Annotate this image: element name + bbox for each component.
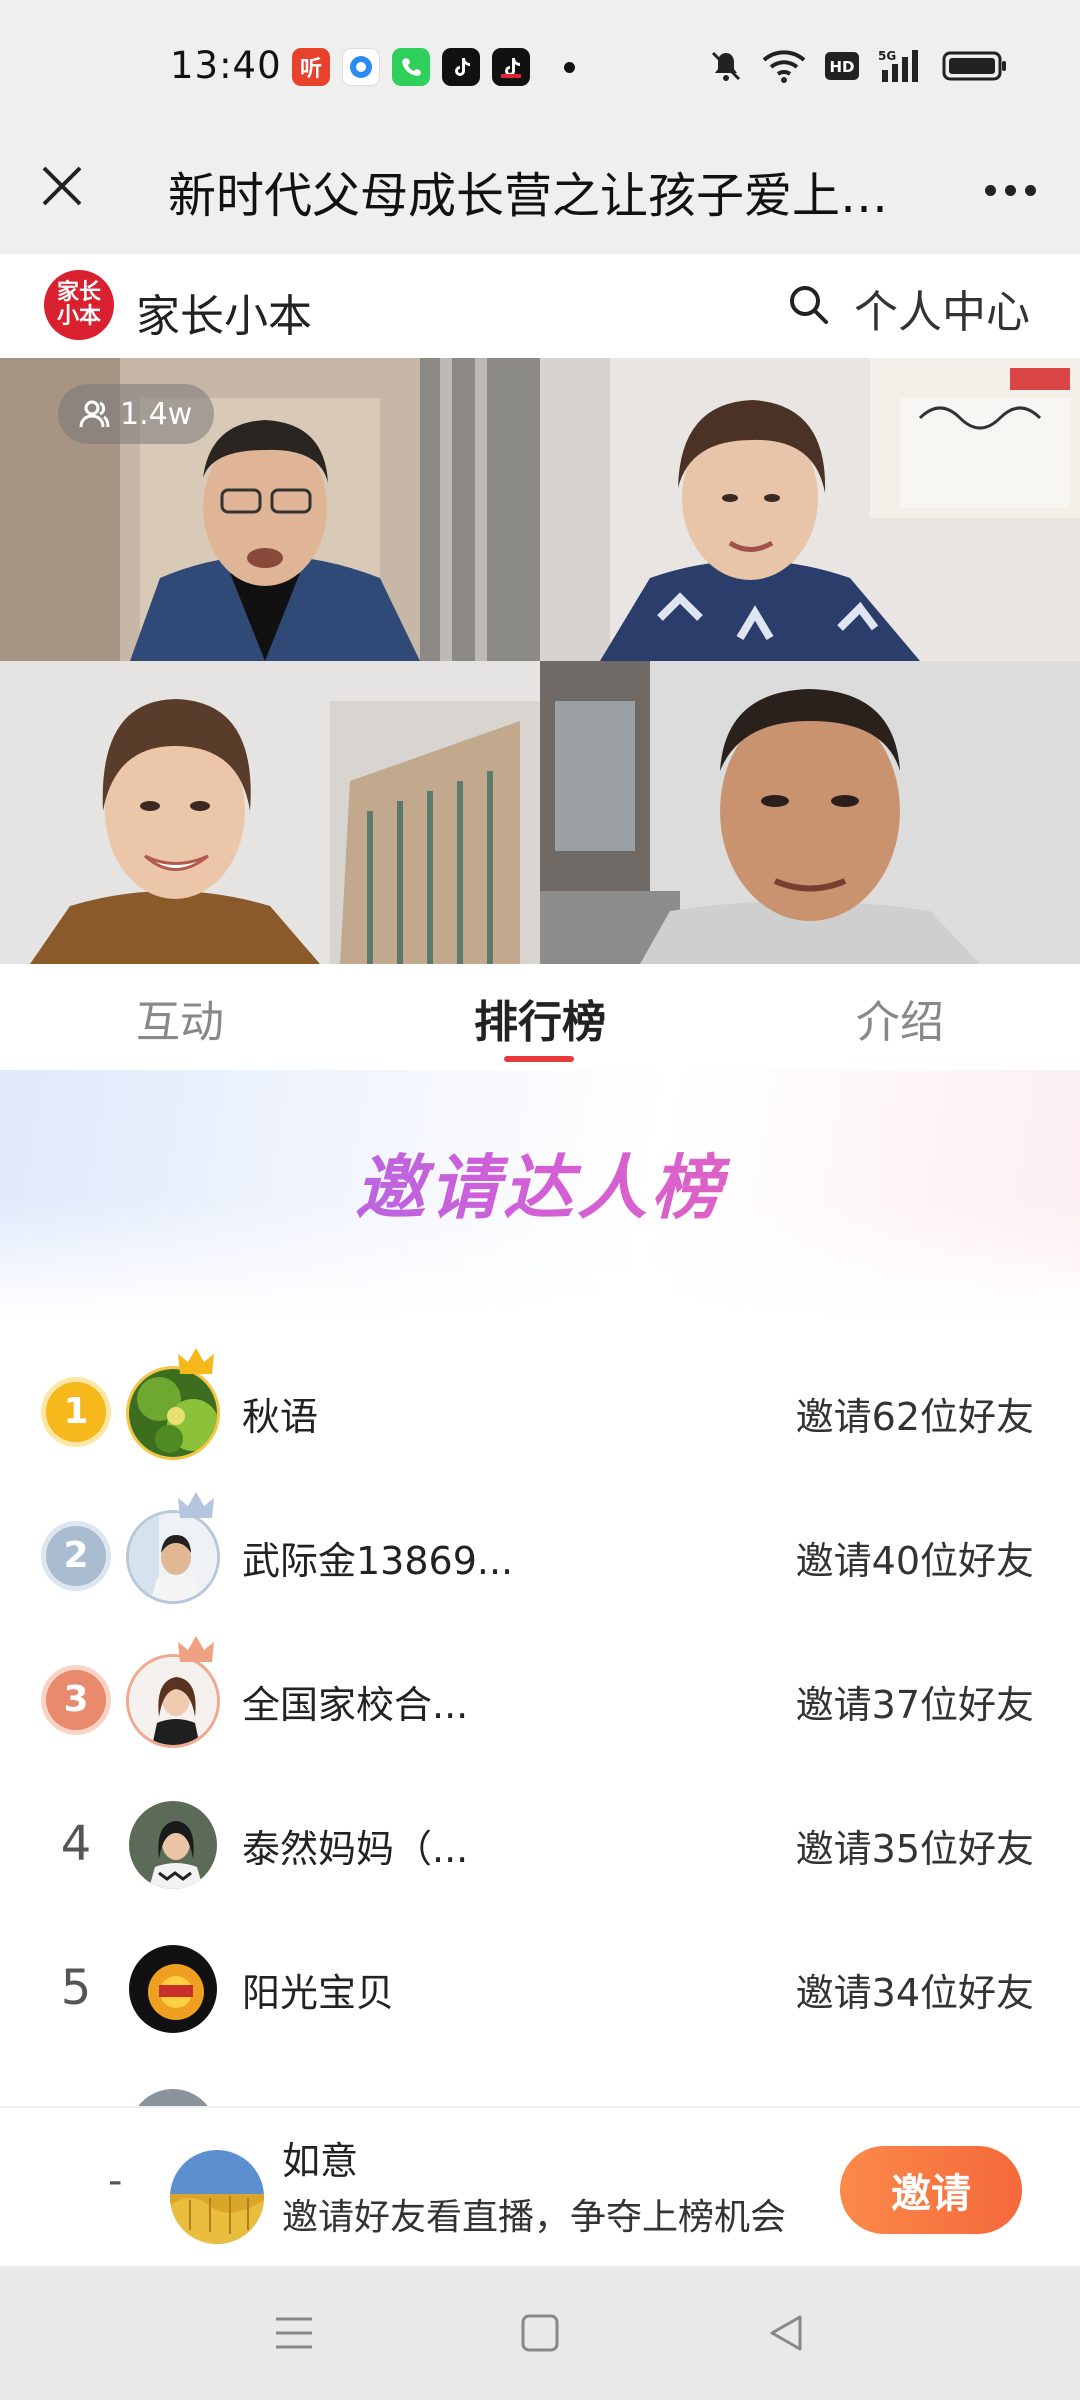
svg-text:5G: 5G: [878, 49, 896, 63]
invite-leaderboard: 邀请达人榜 1 秋语 邀请62位好友 2 武际金13869... 邀请40位好友…: [0, 1070, 1080, 2106]
my-name: 如意: [282, 2139, 359, 2183]
user-icon: [79, 400, 110, 428]
avatar: [126, 1798, 220, 1892]
more-options-button[interactable]: [970, 160, 1050, 220]
my-rank-bar: - 如意 邀请好友看直播，争夺上榜机会 邀请: [0, 2106, 1080, 2266]
more-dot-icon: [1004, 184, 1016, 196]
viewer-count-badge: 1.4w: [58, 384, 215, 444]
silver-crown-icon: [178, 1492, 214, 1518]
guest-3-video-image: [540, 661, 1080, 964]
rank-number: 5: [60, 1960, 92, 2016]
search-icon[interactable]: [784, 280, 834, 330]
more-dot-icon: [984, 184, 996, 196]
wifi-icon: [762, 50, 806, 83]
avatar: [126, 2086, 220, 2106]
my-avatar: [170, 2150, 264, 2244]
avatar: [126, 1510, 220, 1604]
rank-badge-silver: 2: [46, 1526, 106, 1586]
browser-icon: [342, 48, 380, 86]
tiktok-lite-icon: [492, 48, 530, 86]
back-triangle-icon: [770, 2315, 802, 2351]
my-rank-number: -: [108, 2158, 123, 2204]
tab-leaderboard[interactable]: 排行榜: [474, 986, 606, 1050]
leaderboard-row[interactable]: 3 全国家校合... 邀请37位好友: [0, 1630, 1080, 1774]
tab-bar: 互动 排行榜 介绍: [0, 964, 1080, 1070]
active-tab-indicator: [504, 1056, 574, 1062]
leaderboard-title: 邀请达人榜: [0, 1132, 1080, 1233]
rank-user-name: 秋语: [242, 1395, 319, 1439]
status-bar: 13:40 听 HD 5G: [0, 0, 1080, 130]
gold-crown-icon: [178, 1348, 214, 1374]
leaderboard-row[interactable]: 1 秋语 邀请62位好友: [0, 1342, 1080, 1486]
battery-icon: [942, 51, 1006, 81]
rank-invite-count: 邀请35位好友: [795, 1827, 1034, 1871]
leaderboard-row[interactable]: 5 阳光宝贝 邀请34位好友: [0, 1918, 1080, 2062]
rank-invite-count: 邀请40位好友: [795, 1539, 1034, 1583]
tiktok-icon: [442, 48, 480, 86]
tab-interaction[interactable]: 互动: [136, 986, 224, 1050]
video-tile-guest-2[interactable]: [0, 661, 540, 964]
bronze-crown-icon: [178, 1636, 214, 1662]
phone-icon: [392, 48, 430, 86]
square-icon: [521, 2314, 559, 2352]
hd-icon: HD: [825, 52, 859, 80]
mute-icon: [711, 51, 741, 81]
rank-user-name: 武际金13869...: [242, 1539, 514, 1583]
rank-number: 4: [60, 1816, 92, 1872]
title-bar: 新时代父母成长营之让孩子爱上学习: [0, 130, 1080, 254]
video-tile-guest-1[interactable]: [540, 358, 1080, 661]
home-button[interactable]: [510, 2303, 570, 2363]
ting-icon: 听: [292, 48, 330, 86]
viewer-count: 1.4w: [120, 396, 193, 432]
5g-signal-icon: 5G: [878, 49, 918, 82]
guest-1-video-image: [540, 358, 1080, 661]
close-icon: [42, 166, 82, 206]
avatar: [126, 1366, 220, 1460]
notification-icons: 听: [292, 48, 575, 86]
rank-invite-count: 邀请37位好友: [795, 1683, 1034, 1727]
menu-icon: [276, 2317, 312, 2349]
leaderboard-row[interactable]: 2 武际金13869... 邀请40位好友: [0, 1486, 1080, 1630]
system-icons: HD 5G: [708, 48, 1008, 84]
close-button[interactable]: [30, 154, 94, 218]
brand-logo[interactable]: 家长 小本: [44, 270, 114, 340]
svg-text:HD: HD: [829, 58, 854, 76]
rank-invite-count: 邀请62位好友: [795, 1395, 1034, 1439]
more-notifications-dot: [564, 61, 575, 73]
rank-user-name: 阳光宝贝: [242, 1971, 395, 2015]
more-dot-icon: [1024, 184, 1036, 196]
personal-center-link[interactable]: 个人中心: [854, 276, 1030, 340]
status-time: 13:40: [170, 44, 282, 87]
rank-user-name: 全国家校合...: [242, 1683, 469, 1727]
guest-2-video-image: [0, 661, 540, 964]
rank-user-name: 泰然妈妈（...: [242, 1827, 469, 1871]
live-video-grid[interactable]: [0, 358, 1080, 964]
rank-badge-bronze: 3: [46, 1670, 106, 1730]
recent-apps-button[interactable]: [264, 2303, 324, 2363]
rank-invite-count: 邀请34位好友: [795, 1971, 1034, 2015]
leaderboard-row-partial[interactable]: [0, 2062, 1080, 2106]
system-navigation-bar: [0, 2266, 1080, 2400]
brand-name: 家长小本: [136, 291, 312, 342]
avatar: [126, 1942, 220, 2036]
video-tile-guest-3[interactable]: [540, 661, 1080, 964]
page-title: 新时代父母成长营之让孩子爱上学习: [168, 168, 908, 224]
invite-hint: 邀请好友看直播，争夺上榜机会: [282, 2197, 787, 2238]
brand-bar: 家长 小本 家长小本 个人中心: [0, 254, 1080, 358]
rank-badge-gold: 1: [46, 1382, 106, 1442]
avatar: [126, 1654, 220, 1748]
back-button[interactable]: [756, 2303, 816, 2363]
invite-button[interactable]: 邀请: [840, 2146, 1022, 2234]
leaderboard-row[interactable]: 4 泰然妈妈（... 邀请35位好友: [0, 1774, 1080, 1918]
tab-introduction[interactable]: 介绍: [856, 986, 944, 1050]
